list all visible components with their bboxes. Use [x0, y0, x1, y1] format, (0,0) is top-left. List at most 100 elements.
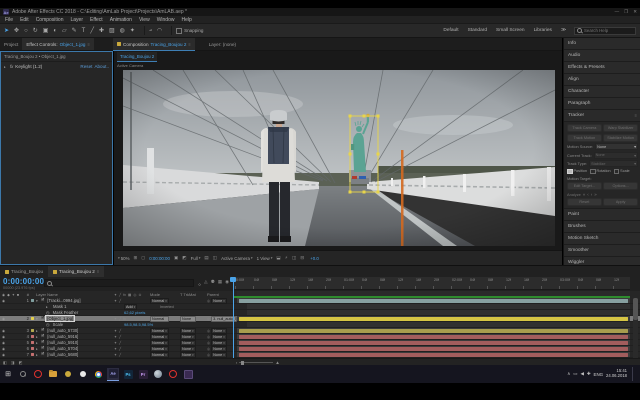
menu-window[interactable]: Window — [157, 17, 175, 23]
tracker-reset-button[interactable]: Reset — [567, 198, 602, 206]
pickwhip-icon[interactable]: ◎ — [207, 335, 210, 339]
switches-cell[interactable]: ✦╱fx — [114, 317, 150, 321]
tracker-field-dropdown[interactable]: None▾ — [595, 143, 638, 150]
twirl-icon[interactable]: ▸ — [4, 65, 8, 69]
eye-icon[interactable]: ◉ — [2, 353, 5, 357]
channel-icon[interactable]: ◩ — [182, 255, 186, 261]
help-search-box[interactable] — [574, 27, 636, 35]
timeline-search-input[interactable] — [54, 281, 191, 286]
trkmat-dropdown[interactable]: None▾ — [180, 316, 196, 322]
switches-cell[interactable]: ✦╱ — [114, 353, 150, 357]
timeline-tab-tracing-boujou[interactable]: Tracing_Boujou — [0, 266, 48, 277]
zoom-tool-icon[interactable]: ○ — [24, 28, 28, 34]
av-features-cell[interactable]: ◉ — [0, 353, 22, 357]
av-features-cell[interactable]: ◉ — [0, 299, 22, 303]
volume-icon[interactable]: ◀ — [580, 371, 583, 377]
panel-section-motion-sketch[interactable]: Motion Sketch — [564, 233, 640, 245]
analyze-forward-icon[interactable]: › — [591, 192, 592, 197]
draft-3d-icon[interactable]: ◬ — [204, 279, 208, 289]
checkbox-position[interactable]: Position — [567, 169, 587, 175]
eye-icon[interactable]: ◉ — [2, 347, 5, 351]
track-lane[interactable] — [247, 322, 630, 327]
type-tool-icon[interactable]: T — [82, 28, 86, 34]
mode-cell[interactable]: Inverted — [160, 304, 190, 309]
switches-cell[interactable]: Add▾ — [124, 304, 160, 310]
paint3d-taskbar-icon[interactable] — [152, 368, 164, 381]
track-lane[interactable] — [237, 328, 630, 333]
av-features-cell[interactable]: ◉ — [0, 347, 22, 351]
show-desktop-button[interactable] — [632, 367, 635, 381]
checkbox-scale[interactable]: Scale — [614, 169, 630, 175]
pen-tool-icon[interactable]: ✎ — [72, 27, 77, 34]
switches-cell[interactable]: ✦╱ — [114, 329, 150, 333]
eye-icon[interactable]: ◉ — [2, 335, 5, 339]
eye-icon[interactable]: ◉ — [2, 329, 5, 333]
mode-header[interactable]: Mode — [150, 292, 180, 297]
quality-switch-icon[interactable]: ✦ — [114, 299, 117, 303]
layer-label-color[interactable] — [29, 341, 36, 345]
layer-duration-bar[interactable] — [239, 341, 628, 345]
menu-view[interactable]: View — [139, 17, 150, 23]
composition-mini-flowchart-icon[interactable]: 🝔 — [198, 279, 201, 289]
panel-section-character[interactable]: Character — [564, 86, 640, 98]
hidden-icons-chevron[interactable]: ∧ — [567, 371, 570, 377]
panel-section-audio[interactable]: Audio — [564, 50, 640, 62]
camera-view-dropdown[interactable]: Active Camera▾ — [221, 256, 253, 261]
track-lane[interactable] — [247, 304, 630, 309]
shy-switch-icon[interactable]: ╱ — [119, 347, 121, 351]
eye-icon[interactable]: ◉ — [2, 317, 5, 321]
property-value[interactable]: 98.5,98.5,98.5% — [124, 322, 153, 327]
fast-previews-icon[interactable]: ⚡︎ — [285, 255, 288, 261]
panel-section-smoother[interactable]: Smoother — [564, 245, 640, 257]
layer-duration-bar[interactable] — [239, 347, 628, 351]
layer-duration-bar[interactable] — [239, 353, 628, 357]
checkbox-box[interactable] — [567, 169, 573, 175]
menu-file[interactable]: File — [5, 17, 13, 23]
av-features-cell[interactable]: ◉ — [0, 335, 22, 339]
layer-label-color[interactable] — [29, 317, 36, 321]
frame-blend-icon[interactable]: ▦ — [218, 279, 222, 289]
camera-tool-icon[interactable]: ▣ — [43, 27, 49, 34]
track-lane[interactable] — [237, 352, 630, 357]
layer-duration-bar[interactable] — [239, 317, 628, 321]
checkbox-rotation[interactable]: Rotation — [590, 169, 611, 175]
twirl-icon[interactable]: ▸ — [36, 329, 40, 333]
eye-icon[interactable]: ◉ — [2, 341, 5, 345]
twirl-icon[interactable]: ▸ — [46, 305, 50, 309]
rotate-tool-icon[interactable]: ↻ — [33, 27, 38, 34]
hide-shy-icon[interactable]: ⚉ — [211, 279, 215, 289]
tracker-button-track-motion[interactable]: Track Motion — [567, 134, 602, 142]
parent-dropdown[interactable]: None▾ — [211, 298, 227, 304]
tracker-button-stabilize-motion[interactable]: Stabilize Motion — [603, 134, 638, 142]
tab-layer[interactable]: Layer: (none) — [205, 38, 240, 50]
panel-menu-icon[interactable]: ≡ — [87, 42, 89, 47]
menu-edit[interactable]: Edit — [20, 17, 29, 23]
motion-blur-icon[interactable]: ◉ — [225, 279, 229, 289]
language-indicator[interactable]: ENG — [594, 372, 604, 377]
security-shield-icon[interactable]: ✚ — [587, 371, 591, 377]
fx-switch-icon[interactable]: fx — [123, 317, 126, 321]
twirl-icon[interactable]: ▾ — [36, 299, 40, 303]
pickwhip-icon[interactable]: ◎ — [207, 347, 210, 351]
menu-composition[interactable]: Composition — [36, 17, 64, 23]
av-features-cell[interactable]: ◉ — [0, 317, 22, 321]
opera-taskbar-icon[interactable] — [167, 368, 179, 381]
av-features-cell[interactable]: ◉ — [0, 329, 22, 333]
layer-label-color[interactable] — [29, 299, 36, 303]
analyze-backward-icon[interactable]: « — [583, 192, 585, 197]
grid-guides-icon[interactable]: ⊞ — [134, 255, 138, 261]
eye-icon[interactable]: ◉ — [2, 299, 5, 303]
panel-section-paragraph[interactable]: Paragraph — [564, 98, 640, 110]
help-search-input[interactable] — [584, 28, 633, 33]
tracker-button-track-camera[interactable]: Track Camera — [567, 124, 602, 132]
mode-cell[interactable]: Normal▾ — [150, 352, 180, 358]
panel-menu-icon[interactable]: ≡ — [188, 42, 190, 47]
mask-feather-icon[interactable]: ◠ — [157, 27, 162, 34]
menu-effect[interactable]: Effect — [90, 17, 103, 23]
brush-tool-icon[interactable]: ╱ — [90, 27, 94, 34]
chrome-icon[interactable] — [92, 368, 104, 381]
tracker-button-options-[interactable]: Options... — [603, 182, 638, 190]
twirl-icon[interactable]: ▾ — [36, 317, 40, 321]
composition-image[interactable] — [123, 70, 555, 246]
track-lane[interactable] — [237, 346, 630, 351]
